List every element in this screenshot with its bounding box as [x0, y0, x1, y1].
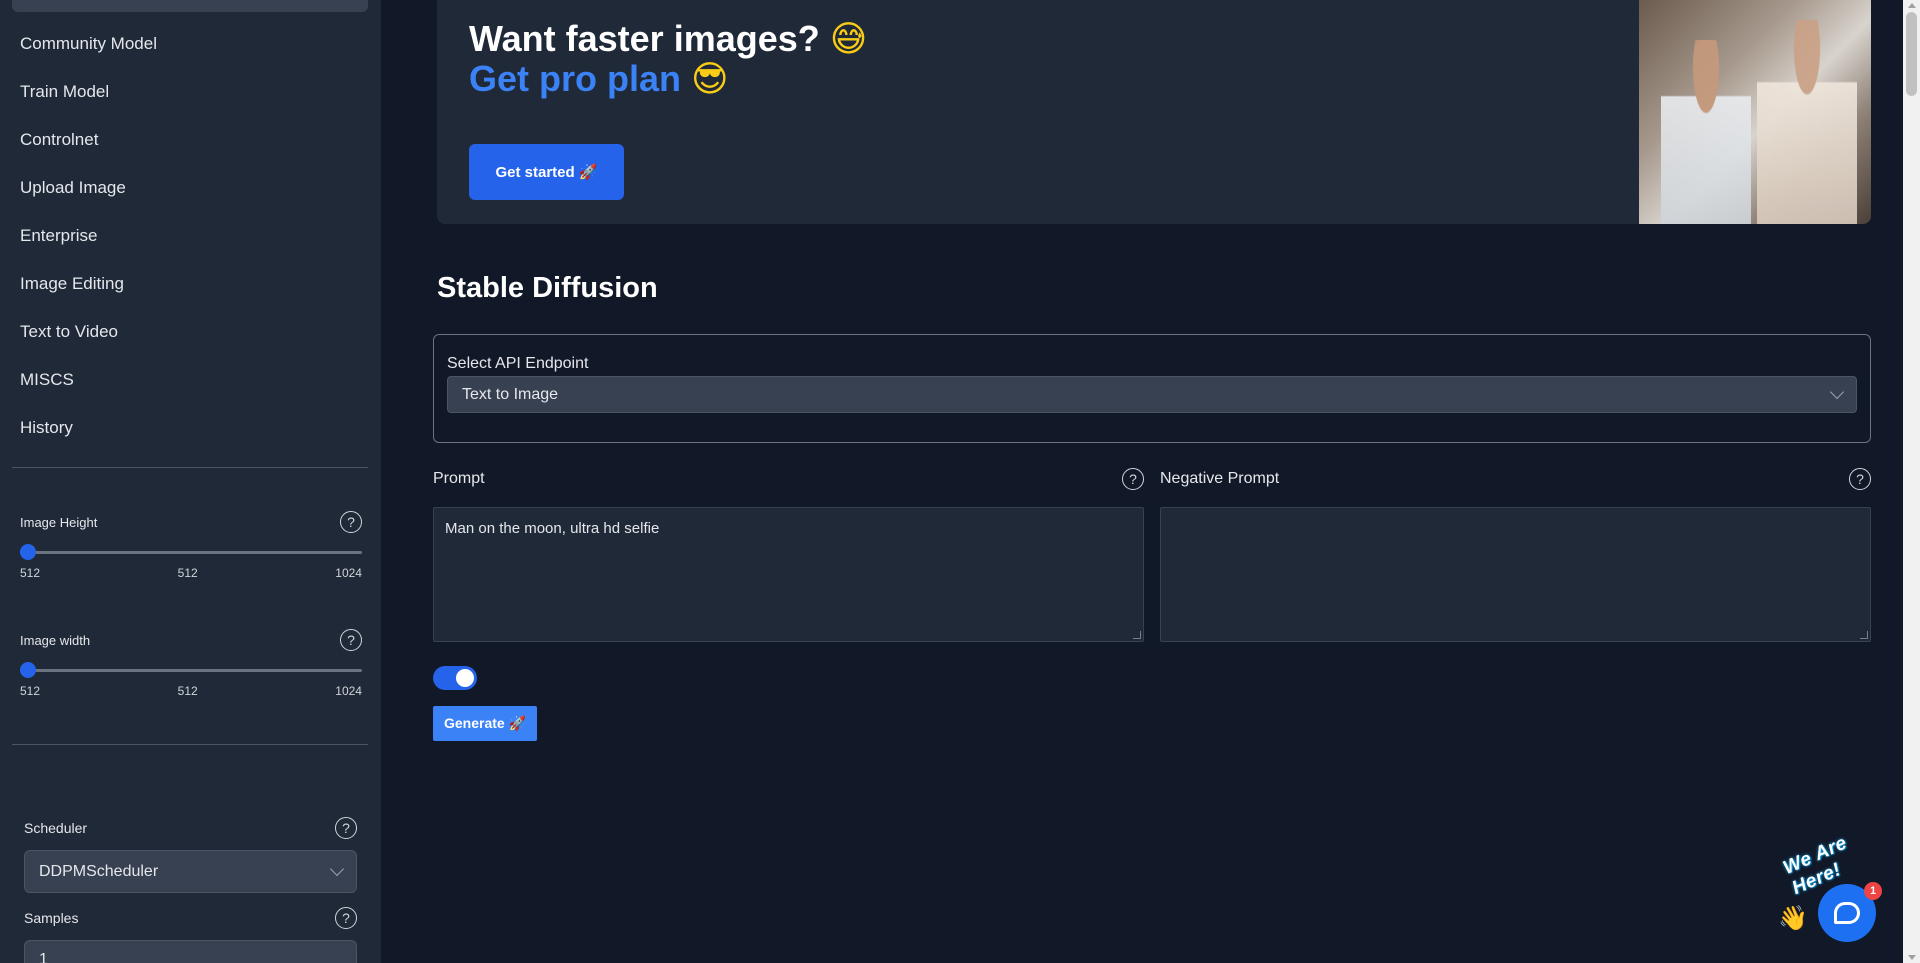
resize-handle-icon[interactable] — [1133, 631, 1141, 639]
slider-rail — [20, 669, 362, 672]
wave-hand-icon: 👋 — [1778, 905, 1808, 932]
help-icon[interactable]: ? — [340, 511, 362, 533]
sidebar-item-controlnet[interactable]: Controlnet — [0, 116, 381, 164]
sweat-smile-emoji: 😅 — [829, 18, 868, 59]
help-icon[interactable]: ? — [1849, 468, 1871, 490]
sidebar-item-community-model[interactable]: Community Model — [0, 20, 381, 68]
resize-handle-icon[interactable] — [1860, 631, 1868, 639]
image-height-control: Image Height ? 512 512 1024 — [20, 510, 362, 580]
slider-min: 512 — [20, 684, 41, 698]
toggle-switch[interactable] — [433, 666, 477, 690]
endpoint-select[interactable]: Text to Image — [447, 376, 1857, 413]
banner-subtitle-text: Get pro plan — [469, 58, 682, 99]
endpoint-card: Select API Endpoint Text to Image — [433, 334, 1871, 443]
promo-banner: Want faster images? 😅 Get pro plan 😎 Get… — [437, 0, 1871, 224]
samples-label: Samples — [24, 910, 79, 926]
help-icon[interactable]: ? — [335, 907, 357, 929]
sidebar-item-train-model[interactable]: Train Model — [0, 68, 381, 116]
notification-badge: 1 — [1864, 882, 1882, 900]
image-width-slider[interactable] — [20, 662, 362, 678]
scheduler-select[interactable]: DDPMScheduler — [24, 850, 357, 893]
slider-value: 512 — [177, 566, 198, 580]
page-scrollbar[interactable] — [1903, 0, 1920, 963]
sunglasses-emoji: 😎 — [691, 58, 729, 99]
image-width-label: Image width — [20, 632, 91, 648]
banner-title: Want faster images? 😅 — [469, 18, 867, 60]
image-height-slider[interactable] — [20, 544, 362, 560]
slider-rail — [20, 551, 362, 554]
prompt-textarea[interactable]: Man on the moon, ultra hd selfie — [433, 507, 1144, 642]
samples-input[interactable]: 1 — [24, 940, 357, 963]
slider-max: 1024 — [335, 684, 362, 698]
sidebar-item-active[interactable] — [12, 0, 368, 12]
negative-prompt-field: Negative Prompt ? — [1160, 466, 1871, 642]
page-title: Stable Diffusion — [437, 272, 658, 304]
scroll-thumb[interactable] — [1906, 12, 1917, 96]
banner-figure — [1661, 40, 1751, 224]
banner-image — [1639, 0, 1871, 224]
chat-icon — [1834, 902, 1860, 924]
toggle-knob — [456, 669, 474, 687]
scheduler-control: Scheduler ? DDPMScheduler — [24, 816, 357, 893]
banner-title-text: Want faster images? — [469, 18, 820, 59]
scroll-down-icon[interactable] — [1908, 955, 1916, 960]
sidebar-divider — [12, 467, 368, 468]
sidebar: Community Model Train Model Controlnet U… — [0, 0, 381, 963]
slider-max: 1024 — [335, 566, 362, 580]
chat-widget[interactable]: We Are Here! 👋 1 — [1776, 832, 1906, 948]
sidebar-nav: Community Model Train Model Controlnet U… — [0, 20, 381, 452]
help-icon[interactable]: ? — [1122, 468, 1144, 490]
help-icon[interactable]: ? — [340, 629, 362, 651]
prompt-field: Prompt ? Man on the moon, ultra hd selfi… — [433, 466, 1144, 642]
negative-prompt-textarea[interactable] — [1160, 507, 1871, 642]
slider-thumb[interactable] — [20, 662, 36, 678]
prompt-label: Prompt — [433, 470, 485, 487]
sidebar-item-history[interactable]: History — [0, 404, 381, 452]
banner-subtitle: Get pro plan 😎 — [469, 58, 729, 100]
sidebar-item-enterprise[interactable]: Enterprise — [0, 212, 381, 260]
get-started-button[interactable]: Get started 🚀 — [469, 144, 624, 200]
sidebar-item-upload-image[interactable]: Upload Image — [0, 164, 381, 212]
sidebar-item-text-to-video[interactable]: Text to Video — [0, 308, 381, 356]
image-width-control: Image width ? 512 512 1024 — [20, 628, 362, 698]
slider-value: 512 — [177, 684, 198, 698]
endpoint-value: Text to Image — [462, 385, 559, 403]
banner-figure — [1757, 20, 1857, 224]
scheduler-value: DDPMScheduler — [39, 862, 159, 880]
negative-prompt-label: Negative Prompt — [1160, 470, 1280, 487]
prompt-value: Man on the moon, ultra hd selfie — [445, 520, 660, 537]
help-icon[interactable]: ? — [335, 817, 357, 839]
sidebar-item-miscs[interactable]: MISCS — [0, 356, 381, 404]
samples-control: Samples ? 1 — [24, 906, 357, 963]
scheduler-label: Scheduler — [24, 820, 88, 836]
chevron-down-icon — [1829, 384, 1845, 400]
sidebar-item-image-editing[interactable]: Image Editing — [0, 260, 381, 308]
scroll-up-icon[interactable] — [1908, 3, 1916, 8]
slider-min: 512 — [20, 566, 41, 580]
slider-thumb[interactable] — [20, 544, 36, 560]
endpoint-label: Select API Endpoint — [447, 355, 589, 372]
sidebar-divider — [12, 744, 368, 745]
chevron-down-icon — [329, 861, 345, 877]
image-height-label: Image Height — [20, 514, 98, 530]
generate-button[interactable]: Generate 🚀 — [433, 706, 537, 741]
